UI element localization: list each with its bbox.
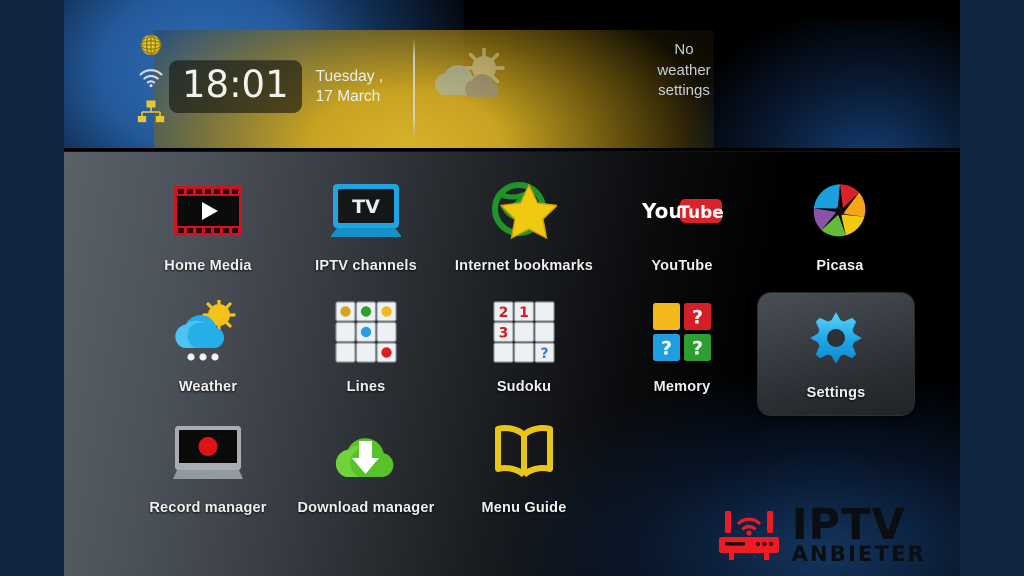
menu-item-menu-guide[interactable]: Menu Guide xyxy=(440,416,608,516)
menu-item-weather[interactable]: Weather xyxy=(124,295,292,395)
svg-text:?: ? xyxy=(540,346,548,362)
svg-text:?: ? xyxy=(692,338,703,360)
globe-icon xyxy=(139,33,163,62)
cloud-sun-icon xyxy=(429,47,519,110)
menu-item-record-manager[interactable]: Record manager xyxy=(124,416,292,516)
menu-label: Picasa xyxy=(816,258,864,274)
globe-star-icon xyxy=(491,174,557,248)
youtube-logo-icon: You Tube xyxy=(640,174,724,248)
router-wifi-icon xyxy=(717,503,783,566)
monitor-record-icon xyxy=(173,416,243,490)
menu-label: Download manager xyxy=(297,500,435,516)
gear-icon xyxy=(808,301,864,375)
menu-label: Home Media xyxy=(164,258,252,274)
clock-widget: 18:01 Tuesday , 17 March xyxy=(169,60,383,113)
watermark-text: IPTV ANBIETER xyxy=(792,504,926,565)
lan-icon xyxy=(137,99,165,128)
screen: 18:01 Tuesday , 17 March No weather sett… xyxy=(64,0,960,576)
menu-label: Lines xyxy=(346,379,386,395)
clock-time: 18:01 xyxy=(182,63,289,106)
svg-text:3: 3 xyxy=(499,326,509,342)
header-bar: 18:01 Tuesday , 17 March No weather sett… xyxy=(64,0,960,152)
memory-tiles-icon: ? ? ? xyxy=(653,295,711,369)
date-block: Tuesday , 17 March xyxy=(316,67,384,107)
grid-balls-icon xyxy=(335,295,397,369)
svg-text:?: ? xyxy=(661,338,672,360)
weather-message: No weather settings xyxy=(604,40,764,102)
menu-label: YouTube xyxy=(651,258,713,274)
watermark-line-2: ANBIETER xyxy=(791,542,926,566)
menu-item-lines[interactable]: Lines xyxy=(282,295,450,395)
menu-item-iptv-channels[interactable]: TV IPTV channels xyxy=(282,174,450,274)
picasa-shutter-icon xyxy=(811,174,869,248)
cloud-sun-rain-icon xyxy=(169,295,247,369)
menu-label: Menu Guide xyxy=(481,500,567,516)
menu-item-home-media[interactable]: Home Media xyxy=(124,174,292,274)
menu-label: Record manager xyxy=(149,500,267,516)
menu-label: Settings xyxy=(806,385,866,401)
weather-line-3: settings xyxy=(658,82,710,99)
menu-label: Internet bookmarks xyxy=(454,258,594,274)
wifi-icon xyxy=(138,68,164,93)
status-icon-column xyxy=(130,33,172,128)
menu-item-download-manager[interactable]: Download manager xyxy=(282,416,450,516)
clock-box: 18:01 xyxy=(169,60,302,113)
watermark-line-1: IPTV xyxy=(791,500,906,550)
watermark-logo: IPTV ANBIETER xyxy=(717,503,926,566)
svg-text:TV: TV xyxy=(352,196,380,218)
menu-item-youtube[interactable]: You Tube YouTube xyxy=(598,174,766,274)
tv-ui-frame: 18:01 Tuesday , 17 March No weather sett… xyxy=(0,0,1024,576)
svg-text:You: You xyxy=(641,199,683,223)
menu-item-settings[interactable]: Settings xyxy=(758,293,914,415)
sudoku-grid-icon: 2 1 3 ? xyxy=(493,295,555,369)
menu-label: Memory xyxy=(653,379,711,395)
menu-label: Weather xyxy=(178,379,238,395)
weather-line-1: No xyxy=(674,41,694,58)
menu-item-picasa[interactable]: Picasa xyxy=(756,174,924,274)
svg-text:?: ? xyxy=(692,307,703,329)
svg-text:Tube: Tube xyxy=(678,203,724,223)
header-separator xyxy=(413,40,415,136)
cloud-download-icon xyxy=(328,416,404,490)
menu-item-sudoku[interactable]: 2 1 3 ? Sudoku xyxy=(440,295,608,395)
svg-text:2: 2 xyxy=(499,305,509,321)
weather-line-2: weather xyxy=(657,61,711,79)
film-strip-play-icon xyxy=(173,174,243,248)
date-weekday: Tuesday , xyxy=(315,67,384,85)
svg-text:1: 1 xyxy=(519,305,529,321)
menu-label: Sudoku xyxy=(496,379,552,395)
menu-item-memory[interactable]: ? ? ? Memory xyxy=(598,295,766,395)
menu-area: Home Media TV IPTV channels Internet boo… xyxy=(64,152,960,576)
date-day-month: 17 March xyxy=(315,87,381,105)
menu-item-internet-bookmarks[interactable]: Internet bookmarks xyxy=(440,174,608,274)
menu-label: IPTV channels xyxy=(315,258,417,274)
tv-screen-icon: TV xyxy=(331,174,401,248)
open-book-icon xyxy=(493,416,555,490)
